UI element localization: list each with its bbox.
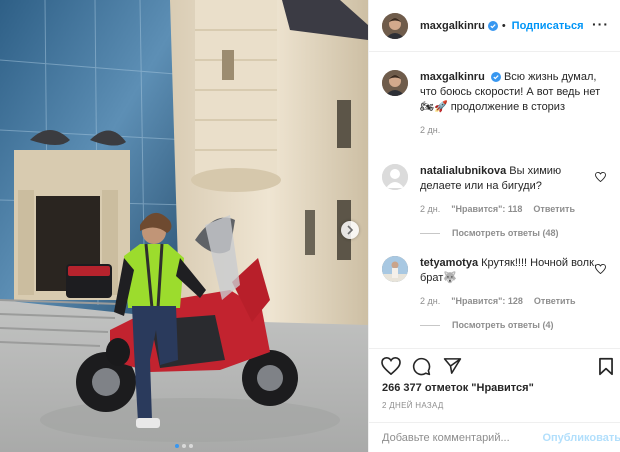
carousel-dot: [189, 444, 193, 448]
comment-time[interactable]: 2 дн.: [420, 123, 440, 138]
avatar-image: [382, 70, 408, 96]
more-options-icon[interactable]: ···: [592, 16, 609, 32]
next-arrow-icon: [347, 225, 354, 235]
author-avatar[interactable]: [382, 70, 408, 96]
post-image: [0, 0, 368, 452]
comment-likes[interactable]: "Нравится": 128: [451, 294, 523, 309]
comment-username[interactable]: maxgalkinru: [420, 71, 485, 83]
comment-meta: 2 дн.: [420, 123, 610, 138]
post-photo[interactable]: [0, 0, 368, 452]
author-avatar[interactable]: [382, 12, 408, 39]
header-separator: •: [501, 19, 506, 32]
replies-divider: [420, 232, 440, 234]
heart-icon[interactable]: [595, 264, 606, 274]
comment-time[interactable]: 2 дн.: [420, 202, 440, 217]
reply-button[interactable]: Ответить: [534, 294, 576, 309]
view-replies-label: Посмотреть ответы (48): [452, 228, 559, 238]
comment-input[interactable]: [382, 431, 537, 444]
add-comment-bar: Опубликовать: [369, 422, 620, 452]
view-replies-button[interactable]: Посмотреть ответы (4): [420, 320, 553, 330]
comment-meta: 2 дн. "Нравится": 128 Ответить: [420, 294, 598, 309]
author-username[interactable]: maxgalkinru: [420, 20, 485, 32]
follow-button[interactable]: Подписаться: [512, 20, 584, 32]
comment-username[interactable]: tetyamotya: [420, 257, 478, 269]
comment-username[interactable]: natalialubnikova: [420, 165, 506, 177]
comment-meta: 2 дн. "Нравится": 118 Ответить: [420, 202, 598, 217]
post-timestamp[interactable]: 2 ДНЕЙ НАЗАД: [382, 401, 444, 410]
comments-list[interactable]: maxgalkinru Всю жизнь думал, что боюсь с…: [369, 52, 620, 348]
post-actions-bar: [369, 348, 620, 382]
replies-divider: [420, 324, 440, 326]
reply-button[interactable]: Ответить: [533, 202, 575, 217]
commenter-avatar[interactable]: [382, 164, 408, 190]
verified-badge-icon: [487, 20, 498, 31]
share-icon[interactable]: [443, 357, 462, 375]
verified-badge-icon: [490, 72, 501, 82]
carousel-indicator: [0, 444, 368, 448]
avatar-image: [382, 256, 408, 282]
carousel-dot: [175, 444, 179, 448]
avatar-image: [382, 12, 408, 39]
comment-likes[interactable]: "Нравится": 118: [451, 202, 522, 217]
likes-count[interactable]: 266 377 отметок "Нравится": [382, 382, 534, 394]
bookmark-icon[interactable]: [598, 357, 614, 376]
next-photo-button[interactable]: [341, 221, 359, 239]
comment-icon[interactable]: [412, 357, 431, 376]
post-side-panel: maxgalkinru • Подписаться ··· maxgalkinr…: [368, 0, 620, 452]
comment-time[interactable]: 2 дн.: [420, 294, 440, 309]
heart-icon[interactable]: [381, 357, 401, 375]
commenter-avatar[interactable]: [382, 256, 408, 282]
view-replies-button[interactable]: Посмотреть ответы (48): [420, 228, 558, 238]
carousel-dot: [182, 444, 186, 448]
post-header: maxgalkinru • Подписаться ···: [369, 0, 620, 52]
view-replies-label: Посмотреть ответы (4): [452, 320, 554, 330]
publish-button[interactable]: Опубликовать: [542, 432, 620, 444]
default-avatar-icon: [382, 164, 408, 190]
heart-icon[interactable]: [595, 172, 606, 182]
